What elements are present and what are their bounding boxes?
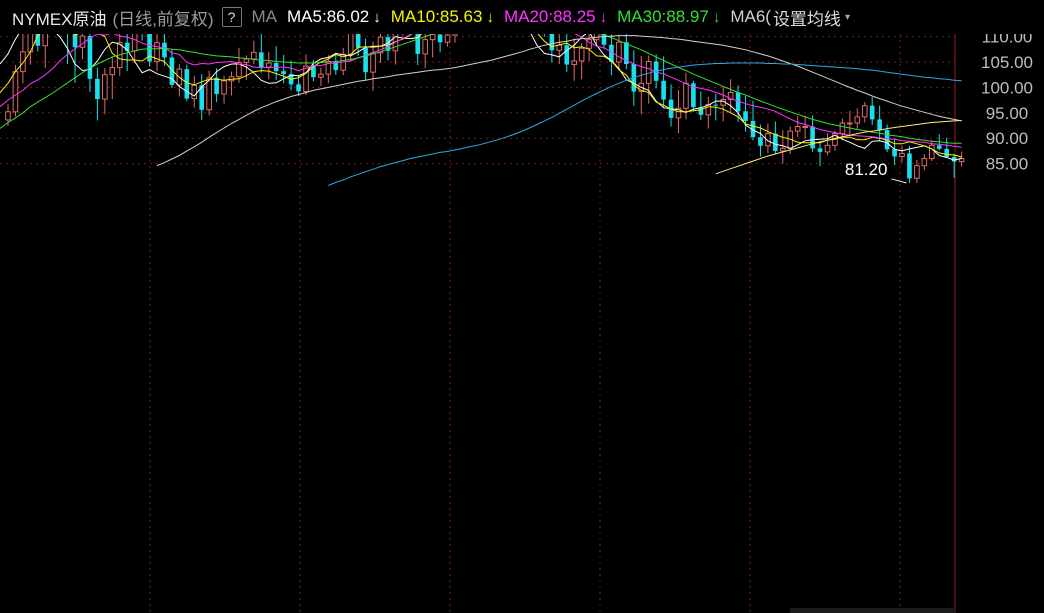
candle-body-up: [824, 144, 831, 153]
candle-body-down: [743, 111, 748, 121]
dropdown-caret-icon[interactable]: ▾: [845, 12, 850, 23]
candle-body-up: [616, 41, 622, 63]
candle-body-up: [452, 34, 458, 36]
ma-line-ma30: [0, 34, 962, 144]
candle-body-down: [661, 80, 666, 100]
candle-body-up: [79, 35, 86, 48]
candle-body-up: [191, 84, 198, 100]
candle-body-up: [20, 51, 26, 73]
candle-body-down: [810, 126, 815, 149]
ma30-label: MA30:88.97: [617, 7, 709, 26]
candle-body-down: [355, 34, 361, 48]
candle-body-down: [817, 148, 823, 152]
candle-body-up: [802, 126, 808, 129]
candle-body-down: [162, 42, 167, 58]
candle-body-down: [72, 34, 78, 48]
y-tick-label: 105.00: [981, 53, 1033, 72]
candle-body-up: [12, 71, 19, 113]
ma10-down-arrow-icon: ↓: [486, 8, 494, 26]
ma30-down-arrow-icon: ↓: [712, 8, 721, 26]
candle-body-up: [780, 147, 786, 152]
candle-body-down: [944, 148, 949, 158]
y-tick-label: 95.00: [986, 104, 1029, 123]
candle-body-up: [899, 152, 905, 158]
candle-body-down: [936, 145, 942, 149]
candle-body-up: [571, 60, 578, 66]
candle-body-up: [861, 105, 868, 118]
candle-body-down: [95, 78, 100, 100]
scrollbar[interactable]: [790, 608, 955, 613]
symbol-title: NYMEX原油: [12, 9, 107, 29]
candle-body-up: [42, 34, 49, 47]
y-tick-label: 85.00: [986, 155, 1029, 174]
candle-body-up: [102, 74, 108, 100]
candle-body-down: [549, 34, 555, 51]
candlestick-chart[interactable]: 85.0090.0095.00100.00105.00110.00115.001…: [0, 34, 1044, 613]
candle-body-up: [578, 47, 585, 62]
candle-body-up: [251, 51, 257, 60]
ma10-label: MA10:85.63: [390, 7, 483, 26]
min-annotation-label: 81.20: [845, 160, 888, 179]
ma5-down-arrow-icon: ↓: [373, 8, 381, 26]
candle-body-up: [303, 65, 309, 92]
candle-body-up: [444, 34, 451, 43]
candle-body-down: [713, 104, 719, 106]
candle-body-up: [839, 122, 846, 135]
candle-body-up: [370, 52, 376, 73]
candle-body-up: [921, 158, 928, 167]
candle-body-up: [556, 44, 563, 51]
ma60-label: MA6(: [730, 7, 771, 26]
candle-body-up: [422, 39, 428, 55]
candle-body-down: [892, 149, 897, 157]
y-tick-label: 90.00: [986, 129, 1029, 148]
candle-body-up: [243, 58, 250, 64]
candle-body-up: [683, 82, 689, 109]
ma-label: MA: [251, 7, 278, 26]
ma-line-ma5: [0, 34, 962, 161]
y-tick-label: 100.00: [981, 78, 1033, 97]
candle-body-down: [296, 84, 301, 92]
candle-body-up: [131, 34, 138, 52]
candle-body-up: [847, 122, 853, 125]
candle-body-down: [758, 137, 763, 146]
candle-body-up: [265, 62, 272, 68]
candle-body-up: [914, 165, 920, 179]
candle-body-down: [869, 105, 875, 120]
candle-body-up: [929, 144, 935, 160]
candle-body-up: [221, 80, 227, 95]
ma-settings-button[interactable]: 设置均线: [773, 5, 841, 30]
chart-subtitle: (日线,前复权): [112, 9, 214, 29]
candle-body-down: [437, 34, 443, 43]
candle-body-down: [87, 36, 93, 79]
candle-body-down: [907, 153, 912, 179]
candle-body-down: [184, 69, 190, 99]
candle-body-up: [347, 34, 354, 55]
candle-body-up: [429, 34, 436, 41]
candle-body-up: [206, 77, 212, 111]
ma20-down-arrow-icon: ↓: [599, 8, 608, 26]
ma20-label: MA20:88.25: [503, 7, 596, 26]
candle-body-up: [5, 111, 11, 121]
candle-body-up: [794, 126, 801, 132]
candle-body-down: [773, 133, 778, 151]
candle-body-down: [877, 119, 882, 131]
ma-line-ma20: [0, 34, 962, 148]
grid: [0, 34, 955, 613]
candle-body-up: [109, 67, 116, 76]
candle-body-down: [564, 45, 570, 65]
candle-body-down: [281, 71, 286, 75]
ma5-label: MA5:86.02: [287, 7, 370, 26]
help-button[interactable]: ?: [221, 7, 242, 27]
candle-body-up: [854, 116, 861, 124]
min-annotation-pointer: [891, 178, 907, 184]
y-tick-label: 110.00: [982, 34, 1033, 47]
candle-body-up: [318, 73, 324, 78]
chart-header: NYMEX原油 (日线,前复权) ? MA MA5:86.02 ↓ MA10:8…: [0, 0, 1044, 34]
candle-body-down: [363, 47, 368, 73]
candle-body-down: [214, 77, 219, 95]
